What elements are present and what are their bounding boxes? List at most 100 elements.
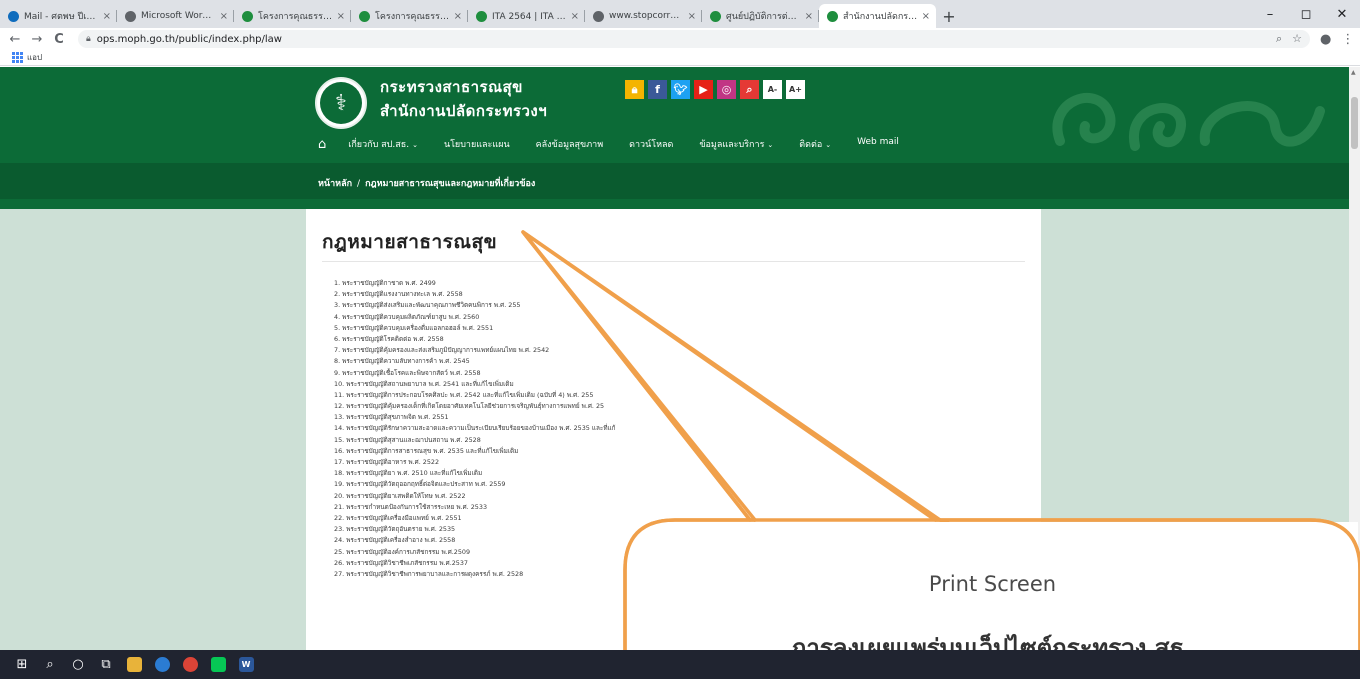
profile-icon[interactable]: ● xyxy=(1320,32,1331,47)
nav-item[interactable]: ติดต่อ ⌄ xyxy=(799,137,831,151)
browser-tab[interactable]: Microsoft Word - 4.doc× xyxy=(117,4,234,28)
edge-icon[interactable] xyxy=(148,650,176,679)
nav-item[interactable]: ดาวน์โหลด xyxy=(629,137,673,151)
site-title[interactable]: กระทรวงสาธารณสุข xyxy=(380,75,523,99)
browser-tab[interactable]: Mail - ศตพษ ปีเมสุขชณ - C× xyxy=(0,4,117,28)
home-icon[interactable]: ⌂ xyxy=(318,137,326,152)
maximize-button[interactable]: ◻ xyxy=(1288,0,1324,28)
youtube-icon[interactable]: ▶ xyxy=(694,80,713,99)
law-link[interactable]: 14. พระราชบัญญัติรักษาความสะอาดและความเป… xyxy=(334,423,1034,434)
browser-tab[interactable]: www.stopcorruption.moph× xyxy=(585,4,702,28)
font-decrease-button[interactable]: A- xyxy=(763,80,782,99)
law-link[interactable]: 13. พระราชบัญญัติสุขภาพจิต พ.ศ. 2551 xyxy=(334,412,1034,423)
law-link[interactable]: 12. พระราชบัญญัติคุ้มครองเด็กที่เกิดโดยอ… xyxy=(334,401,1034,412)
minimize-button[interactable]: – xyxy=(1252,0,1288,28)
law-link[interactable]: 5. พระราชบัญญัติควบคุมเครื่องดื่มแอลกอฮอ… xyxy=(334,323,1034,334)
browser-tab[interactable]: ศูนย์ปฏิบัติการต่อต้านการทุจริต× xyxy=(702,4,819,28)
tab-close-icon[interactable]: × xyxy=(922,11,930,22)
law-link[interactable]: 4. พระราชบัญญัติควบคุมผลิตภัณฑ์ยาสูบ พ.ศ… xyxy=(334,312,1034,323)
address-bar[interactable]: 🔒︎ ops.moph.go.th/public/index.php/law ⌕… xyxy=(78,30,1310,48)
nav-item-label: เกี่ยวกับ สป.สธ. xyxy=(348,140,410,150)
law-link[interactable]: 16. พระราชบัญญัติการสาธารณสุข พ.ศ. 2535 … xyxy=(334,446,1034,457)
scroll-up-arrow-icon[interactable]: ▲ xyxy=(1351,69,1356,76)
search-icon[interactable]: ⌕ xyxy=(36,650,64,679)
breadcrumb-home[interactable]: หน้าหลัก xyxy=(318,179,352,189)
law-link[interactable]: 19. พระราชบัญญัติวัตถุออกฤทธิ์ต่อจิตและป… xyxy=(334,479,1034,490)
law-link[interactable]: 22. พระราชบัญญัติเครื่องมือแพทย์ พ.ศ. 25… xyxy=(334,513,1034,524)
new-tab-button[interactable]: + xyxy=(936,4,962,28)
law-link[interactable]: 23. พระราชบัญญัติวัตถุอันตราย พ.ศ. 2535 xyxy=(334,524,1034,535)
browser-tab[interactable]: ITA 2564 | ITA โครงการคุณธ× xyxy=(468,4,585,28)
law-link[interactable]: 25. พระราชบัญญัติองค์การเภสัชกรรม พ.ศ.25… xyxy=(334,547,1034,558)
tab-title: โครงการคุณธรรมเสริมพระคัมภ xyxy=(258,12,334,22)
nav-item[interactable]: นโยบายและแผน xyxy=(444,137,510,151)
tab-close-icon[interactable]: × xyxy=(103,11,111,22)
tab-title: โครงการคุณธรรมเสริมพระคัมภ xyxy=(375,12,451,22)
tab-favicon-icon xyxy=(476,10,487,22)
law-link[interactable]: 21. พระราชกำหนดป้องกันการใช้สารระเหย พ.ศ… xyxy=(334,502,1034,513)
word-icon[interactable]: W xyxy=(232,650,260,679)
law-link[interactable]: 8. พระราชบัญญัติความลับทางการค้า พ.ศ. 25… xyxy=(334,356,1034,367)
law-link[interactable]: 15. พระราชบัญญัติสุสานและฌาปนสถาน พ.ศ. 2… xyxy=(334,435,1034,446)
search-icon[interactable]: ⌕ xyxy=(740,80,759,99)
tab-close-icon[interactable]: × xyxy=(220,11,228,22)
url-text[interactable]: ops.moph.go.th/public/index.php/law xyxy=(97,34,282,45)
law-link[interactable]: 18. พระราชบัญญัติยา พ.ศ. 2510 และที่แก้ไ… xyxy=(334,468,1034,479)
chrome-icon[interactable] xyxy=(176,650,204,679)
nav-item-label: คลังข้อมูลสุขภาพ xyxy=(535,140,604,150)
file-explorer-icon[interactable] xyxy=(120,650,148,679)
law-link[interactable]: 6. พระราชบัญญัติโรคติดต่อ พ.ศ. 2558 xyxy=(334,334,1034,345)
nav-item[interactable]: ข้อมูลและบริการ ⌄ xyxy=(699,137,773,151)
browser-tab[interactable]: โครงการคุณธรรมเสริมพระคัมภ× xyxy=(351,4,468,28)
close-window-button[interactable]: ✕ xyxy=(1324,0,1360,28)
cortana-icon[interactable]: ○ xyxy=(64,650,92,679)
chevron-down-icon: ⌄ xyxy=(825,141,832,149)
facebook-icon[interactable]: f xyxy=(648,80,667,99)
law-link[interactable]: 11. พระราชบัญญัติการประกอบโรคศิลปะ พ.ศ. … xyxy=(334,390,1034,401)
font-increase-button[interactable]: A+ xyxy=(786,80,805,99)
law-link[interactable]: 10. พระราชบัญญัติสถานพยาบาล พ.ศ. 2541 แล… xyxy=(334,379,1034,390)
windows-start-icon[interactable]: ⊞ xyxy=(8,650,36,679)
tab-close-icon[interactable]: × xyxy=(454,11,462,22)
law-link[interactable]: 26. พระราชบัญญัติวิชาชีพเภสัชกรรม พ.ศ.25… xyxy=(334,558,1034,569)
law-link[interactable]: 24. พระราชบัญญัติเครื่องสำอาง พ.ศ. 2558 xyxy=(334,535,1034,546)
page-scrollbar[interactable]: ▲ xyxy=(1349,67,1360,650)
nav-item[interactable]: Web mail xyxy=(857,137,899,151)
menu-icon[interactable]: ⋮ xyxy=(1341,32,1354,47)
law-link[interactable]: 9. พระราชบัญญัติเชื้อโรคและพิษจากสัตว์ พ… xyxy=(334,368,1034,379)
window-controls: – ◻ ✕ xyxy=(1252,0,1360,28)
twitter-icon[interactable]: 🐦︎ xyxy=(671,80,690,99)
law-link[interactable]: 3. พระราชบัญญัติส่งเสริมและพัฒนาคุณภาพชี… xyxy=(334,300,1034,311)
nav-item[interactable]: เกี่ยวกับ สป.สธ. ⌄ xyxy=(348,137,418,151)
browser-tab[interactable]: โครงการคุณธรรมเสริมพระคัมภ× xyxy=(234,4,351,28)
reload-button[interactable]: C xyxy=(48,32,70,47)
law-link[interactable]: 1. พระราชบัญญัติกาชาด พ.ศ. 2499 xyxy=(334,278,1034,289)
forward-button[interactable]: → xyxy=(26,32,48,47)
scrollbar-thumb[interactable] xyxy=(1351,97,1358,149)
tab-close-icon[interactable]: × xyxy=(337,11,345,22)
law-link[interactable]: 7. พระราชบัญญัติคุ้มครองและส่งเสริมภูมิป… xyxy=(334,345,1034,356)
line-app-icon[interactable] xyxy=(204,650,232,679)
instagram-icon[interactable]: ◎ xyxy=(717,80,736,99)
law-link[interactable]: 2. พระราชบัญญัติแรงงานทางทะเล พ.ศ. 2558 xyxy=(334,289,1034,300)
back-button[interactable]: ← xyxy=(4,32,26,47)
tab-favicon-icon xyxy=(242,10,253,22)
nav-item[interactable]: คลังข้อมูลสุขภาพ xyxy=(536,137,604,151)
site-subtitle[interactable]: สำนักงานปลัดกระทรวงฯ xyxy=(380,99,547,123)
tab-close-icon[interactable]: × xyxy=(571,11,579,22)
browser-tab[interactable]: สำนักงานปลัดกระทรวงสาธารณ× xyxy=(819,4,936,28)
tab-close-icon[interactable]: × xyxy=(688,11,696,22)
page-title: กฎหมายสาธารณสุข xyxy=(322,231,498,253)
law-link[interactable]: 17. พระราชบัญญัติอาหาร พ.ศ. 2522 xyxy=(334,457,1034,468)
tab-favicon-icon xyxy=(827,10,838,22)
caduceus-icon: ⚕ xyxy=(320,82,362,124)
bookmark-star-icon[interactable]: ☆ xyxy=(1292,32,1302,46)
lock-icon[interactable]: 🔒︎ xyxy=(625,80,644,99)
apps-icon[interactable] xyxy=(12,52,23,63)
tab-close-icon[interactable]: × xyxy=(805,11,813,22)
task-view-icon[interactable]: ⧉ xyxy=(92,650,120,679)
bookmark-apps-label[interactable]: แอป xyxy=(27,51,42,64)
law-link[interactable]: 20. พระราชบัญญัติยาเสพติดให้โทษ พ.ศ. 252… xyxy=(334,491,1034,502)
zoom-icon[interactable]: ⌕ xyxy=(1276,32,1282,46)
moph-logo[interactable]: ⚕ xyxy=(315,77,367,129)
